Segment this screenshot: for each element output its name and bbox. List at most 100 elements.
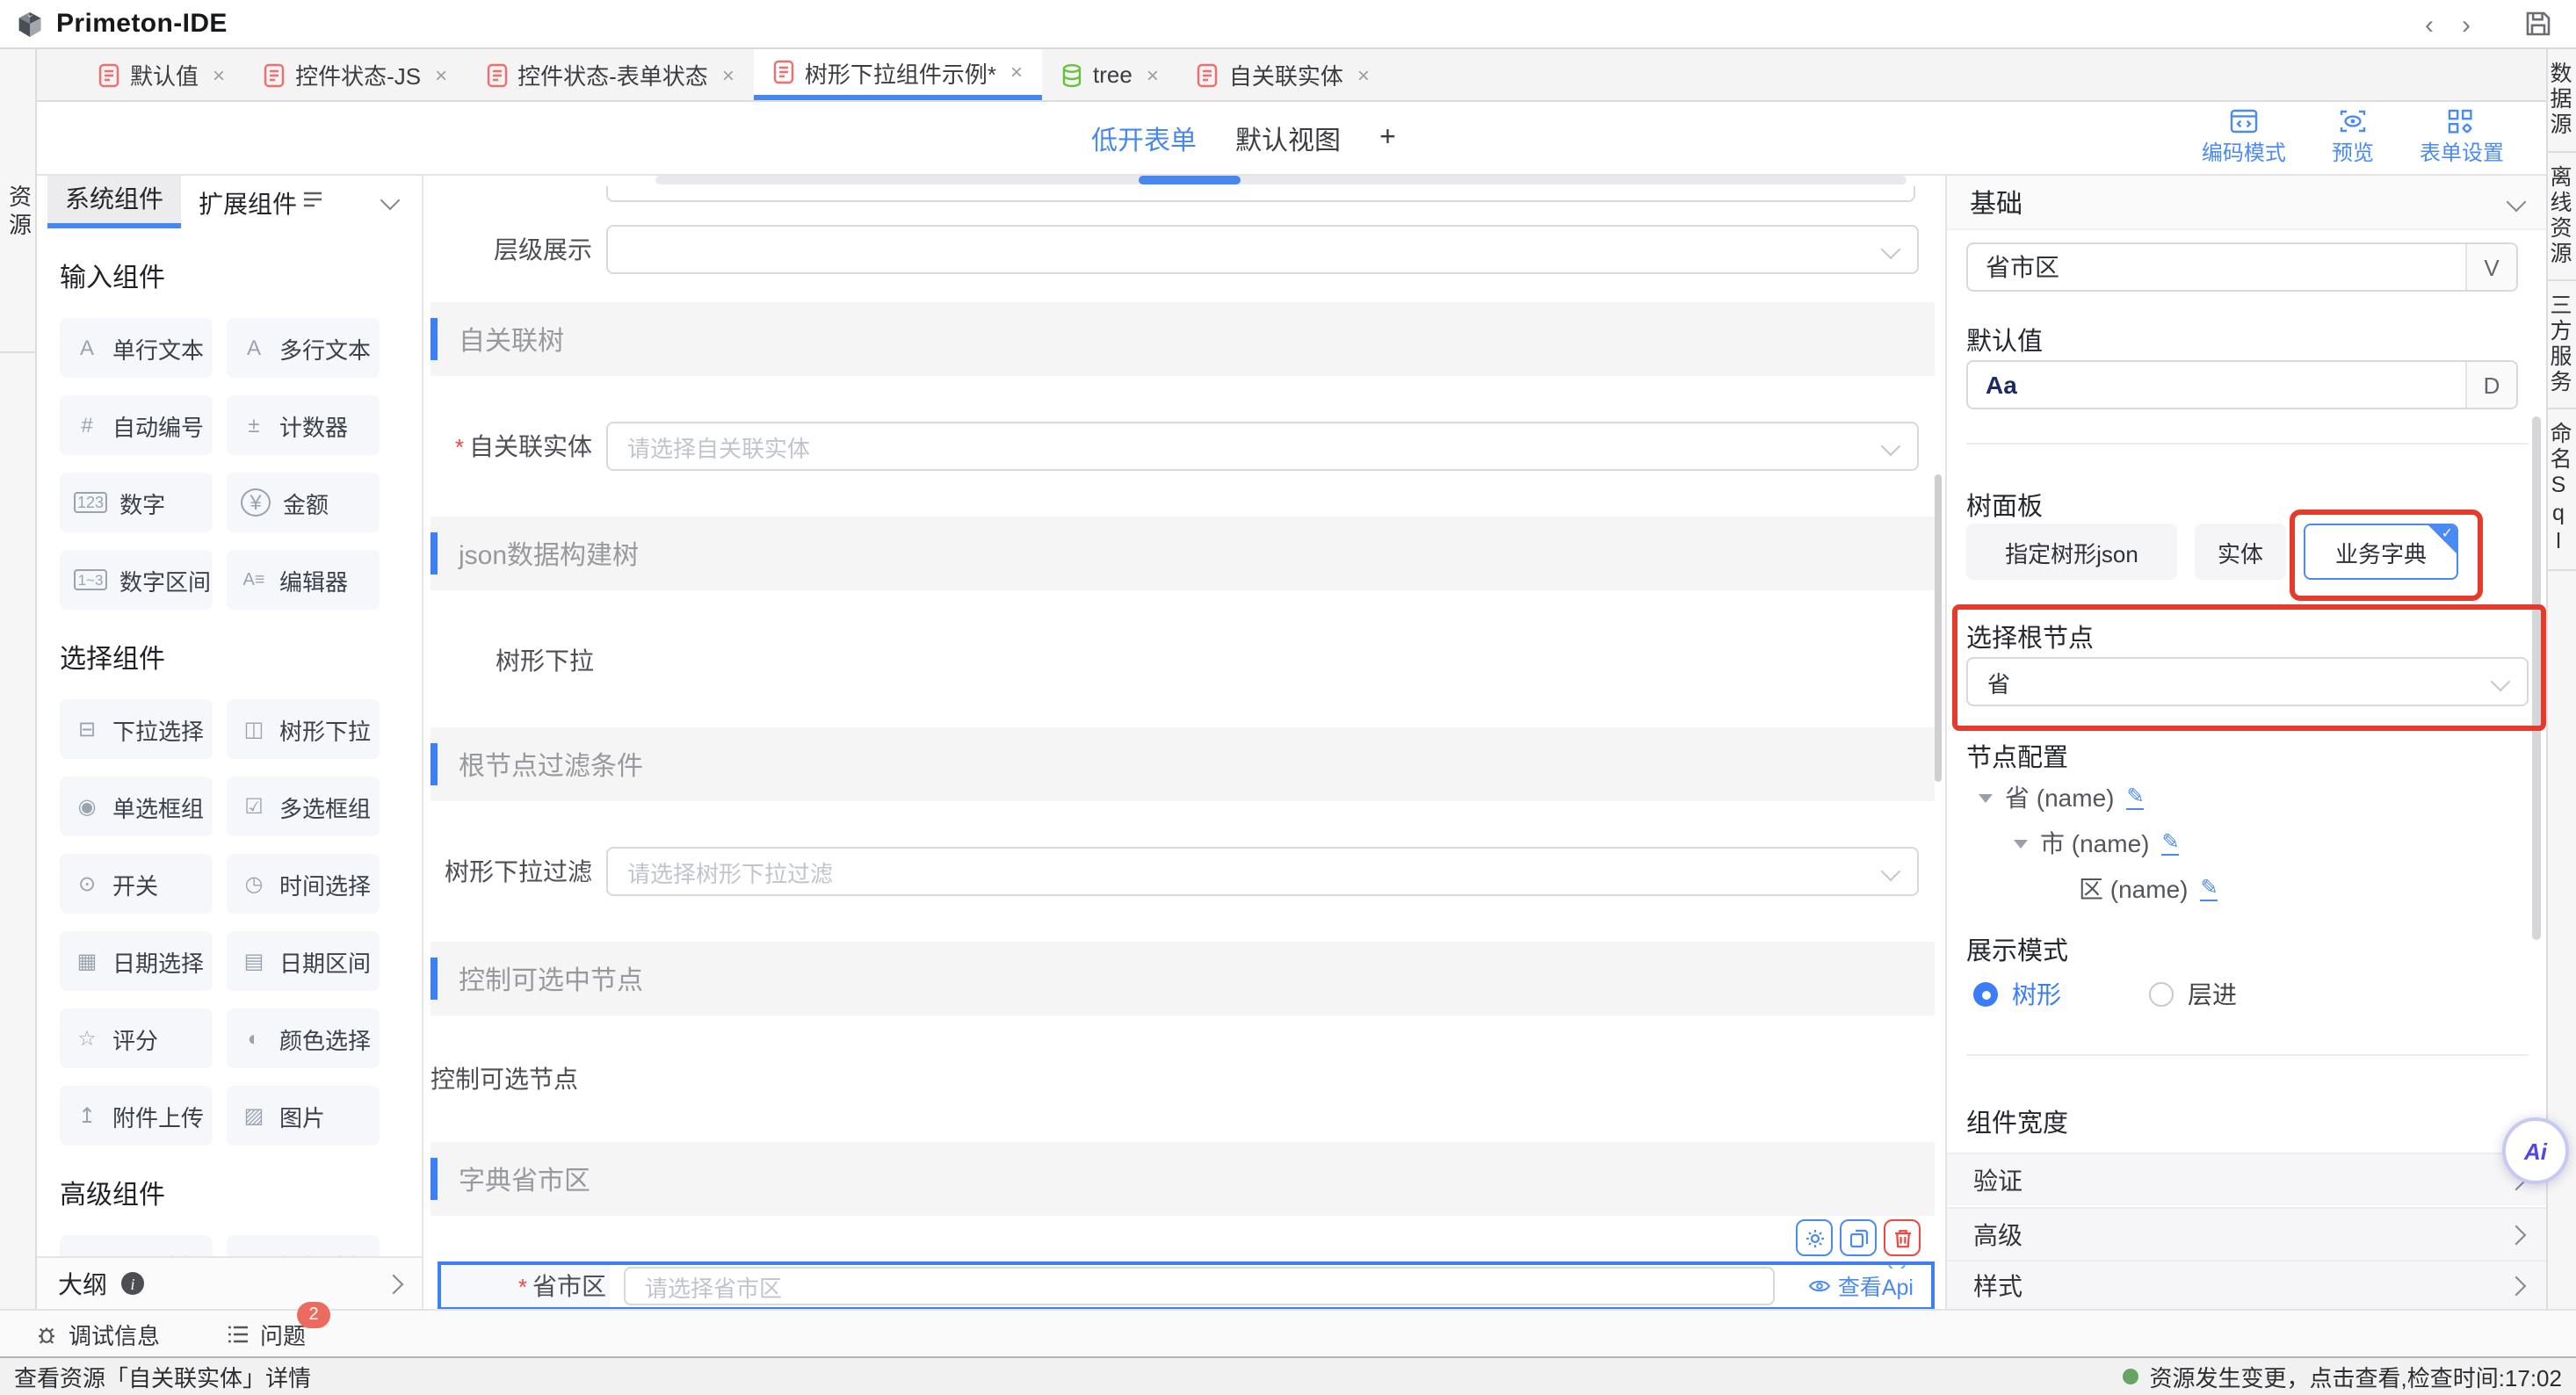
plus-minus-icon: ± xyxy=(241,413,267,437)
tab-lowcode-form[interactable]: 低开表单 xyxy=(1091,120,1197,157)
canvas-vertical-scrollbar[interactable] xyxy=(1935,474,1942,782)
view-api-link[interactable]: 查看Api xyxy=(1801,1269,1914,1302)
component-checkbox-group[interactable]: ☑多选框组 xyxy=(227,777,380,836)
default-value-input[interactable]: Aa D xyxy=(1966,360,2518,409)
component-multi-line-text[interactable]: A多行文本 xyxy=(227,318,380,378)
editor-icon: A≡ xyxy=(241,570,267,589)
component-number-range[interactable]: 1~3数字区间 xyxy=(60,550,213,610)
component-org-select[interactable]: ⊞机构选择 xyxy=(227,1235,380,1256)
inspector-section-basic[interactable]: 基础 xyxy=(1947,176,2546,230)
debug-info-button[interactable]: 调试信息 xyxy=(35,1317,160,1350)
component-time-picker[interactable]: ◷时间选择 xyxy=(227,854,380,914)
inspector-section-validation[interactable]: 验证 xyxy=(1947,1153,2546,1205)
self-related-entity-select[interactable]: 请选择自关联实体 xyxy=(606,422,1919,471)
component-rating[interactable]: ☆评分 xyxy=(60,1008,213,1068)
variable-suffix-button[interactable]: V xyxy=(2465,244,2516,290)
outline-toggle[interactable]: 大纲 i xyxy=(37,1256,423,1309)
property-inspector: 基础 省市区 V 默认值 Aa D 树面板 指定树形json 实体 业务字典 ✓… xyxy=(1945,176,2546,1309)
component-color-picker[interactable]: ◐颜色选择 xyxy=(227,1008,380,1068)
component-number[interactable]: 123数字 xyxy=(60,473,213,532)
close-icon[interactable]: × xyxy=(1357,62,1370,87)
field-settings-button[interactable] xyxy=(1796,1219,1833,1256)
field-name-input[interactable]: 省市区 V xyxy=(1966,242,2518,292)
close-icon[interactable]: × xyxy=(1010,60,1023,84)
root-node-select[interactable]: 省 xyxy=(1966,657,2529,706)
tab-default-value[interactable]: 默认值 × xyxy=(79,49,244,100)
edit-pencil-icon[interactable]: ✎ xyxy=(2126,785,2144,809)
tree-node-district[interactable]: 区 (name) ✎ xyxy=(2079,871,2218,907)
tree-node-province[interactable]: 省 (name) ✎ xyxy=(1979,780,2145,815)
tab-control-state-js[interactable]: 控件状态-JS × xyxy=(244,49,467,100)
rail-tab-offline-resources[interactable]: 离线资源 xyxy=(2548,152,2576,280)
component-switch[interactable]: ⊙开关 xyxy=(60,854,213,914)
nav-forward-icon[interactable]: › xyxy=(2462,11,2471,38)
caret-down-icon[interactable] xyxy=(1979,793,1993,802)
rail-tab-datasource[interactable]: 数据源 xyxy=(2548,49,2576,152)
caret-down-icon[interactable] xyxy=(2014,839,2028,848)
tab-default-view[interactable]: 默认视图 xyxy=(1235,120,1341,157)
source-json-button[interactable]: 指定树形json xyxy=(1966,524,2177,580)
palette-icon: ◐ xyxy=(241,1026,267,1051)
component-attachment-upload[interactable]: ↥附件上传 xyxy=(60,1086,213,1146)
collapse-panel-chevron-icon[interactable] xyxy=(380,190,401,210)
tab-tree-dropdown-example[interactable]: 树形下拉组件示例* × xyxy=(754,49,1042,100)
tab-self-related-entity[interactable]: 自关联实体 × xyxy=(1178,49,1389,100)
issues-button[interactable]: 问题 2 xyxy=(227,1317,306,1350)
display-mode-options: 树形 层进 xyxy=(1973,977,2237,1012)
inspector-section-style[interactable]: 样式 xyxy=(1947,1260,2546,1309)
field-delete-button[interactable] xyxy=(1884,1219,1921,1256)
close-icon[interactable]: × xyxy=(435,62,447,87)
component-dropdown-select[interactable]: ⊟下拉选择 xyxy=(60,699,213,759)
code-mode-button[interactable]: 编码模式 xyxy=(2202,109,2286,167)
rail-tab-third-party-services[interactable]: 三方服务 xyxy=(2548,280,2576,408)
region-select[interactable]: 请选择省市区 xyxy=(624,1267,1775,1305)
rail-tab-resources[interactable]: 资源 xyxy=(0,49,35,353)
tab-control-state-form[interactable]: 控件状态-表单状态 × xyxy=(467,49,754,100)
save-icon[interactable] xyxy=(2525,11,2551,37)
tree-filter-select[interactable]: 请选择树形下拉过滤 xyxy=(606,847,1919,896)
field-row-tree-filter: 树形下拉过滤 请选择树形下拉过滤 xyxy=(431,847,1945,896)
component-single-line-text[interactable]: A单行文本 xyxy=(60,318,213,378)
component-tree-dropdown[interactable]: ◫树形下拉 xyxy=(227,699,380,759)
tab-extension-components[interactable]: 扩展组件 xyxy=(181,177,315,228)
component-image[interactable]: ▨图片 xyxy=(227,1086,380,1146)
component-auto-number[interactable]: #自动编号 xyxy=(60,395,213,455)
tab-tree[interactable]: tree × xyxy=(1042,49,1178,100)
component-radio-group[interactable]: ◉单选框组 xyxy=(60,777,213,836)
default-suffix-button[interactable]: D xyxy=(2465,362,2516,408)
list-layout-icon[interactable] xyxy=(302,192,323,207)
inspector-vertical-scrollbar[interactable] xyxy=(2532,416,2541,940)
close-icon[interactable]: × xyxy=(722,62,734,87)
add-view-button[interactable]: + xyxy=(1379,123,1396,155)
rail-tab-named-sql[interactable]: 命名Sql xyxy=(2548,408,2576,570)
canvas-horizontal-scrollbar[interactable] xyxy=(655,176,1907,184)
status-left-text[interactable]: 查看资源「自关联实体」详情 xyxy=(14,1360,311,1393)
form-settings-button[interactable]: 表单设置 xyxy=(2420,109,2504,167)
radio-progressive[interactable] xyxy=(2149,982,2174,1007)
component-counter[interactable]: ±计数器 xyxy=(227,395,380,455)
level-display-select[interactable] xyxy=(606,225,1919,274)
radio-tree-selected[interactable] xyxy=(1973,982,1998,1007)
component-amount[interactable]: ¥金额 xyxy=(227,473,380,532)
selected-region-field[interactable]: *省市区 请选择省市区 查看Api xyxy=(438,1261,1935,1309)
tree-node-city[interactable]: 市 (name) ✎ xyxy=(2014,826,2180,861)
edit-pencil-icon[interactable]: ✎ xyxy=(2161,831,2179,855)
tab-system-components[interactable]: 系统组件 xyxy=(47,176,181,228)
nav-back-icon[interactable]: ‹ xyxy=(2425,11,2434,38)
status-right-text[interactable]: 资源发生变更，点击查看,检查时间:17:02 xyxy=(2149,1360,2562,1393)
close-icon[interactable]: × xyxy=(213,62,225,87)
check-icon: ✓ xyxy=(2442,525,2453,541)
close-icon[interactable]: × xyxy=(1147,62,1159,87)
edit-pencil-icon[interactable]: ✎ xyxy=(2200,877,2218,900)
component-date-range[interactable]: ▤日期区间 xyxy=(227,931,380,991)
image-icon: ▨ xyxy=(241,1103,267,1128)
component-editor[interactable]: A≡编辑器 xyxy=(227,550,380,610)
source-business-dict-button[interactable]: 业务字典 ✓ xyxy=(2304,524,2458,580)
component-person-select[interactable]: ○人员选择 xyxy=(60,1235,213,1256)
inspector-section-advanced[interactable]: 高级 xyxy=(1947,1207,2546,1260)
field-copy-button[interactable] xyxy=(1840,1219,1877,1256)
source-entity-button[interactable]: 实体 xyxy=(2195,524,2286,580)
component-date-picker[interactable]: ▦日期选择 xyxy=(60,931,213,991)
ai-assistant-button[interactable]: Ai xyxy=(2502,1117,2569,1184)
preview-button[interactable]: 预览 xyxy=(2332,109,2374,167)
